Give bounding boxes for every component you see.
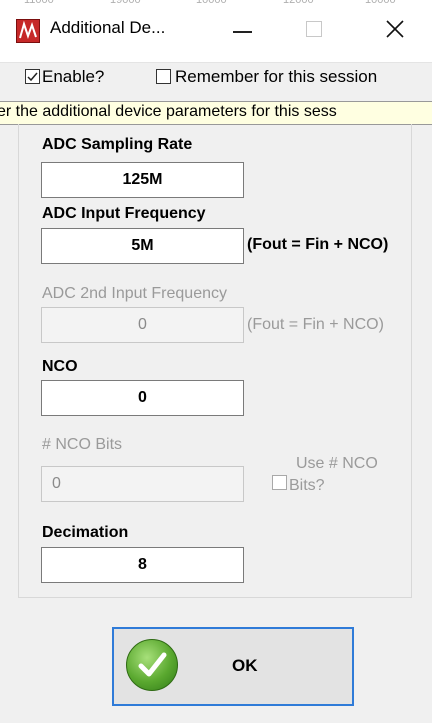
checkmark-icon: [126, 639, 178, 691]
banner-text: er the additional device parameters for …: [0, 103, 337, 120]
checkmark-glyph: [138, 652, 167, 677]
nco-field[interactable]: 0: [41, 380, 244, 416]
nco-bits-label: # NCO Bits: [42, 436, 123, 453]
remember-checkbox[interactable]: [156, 69, 171, 84]
ok-button-label: OK: [232, 656, 258, 675]
close-icon: [386, 20, 404, 38]
maximize-button: [306, 21, 322, 37]
adc-2nd-input-frequency-hint: (Fout = Fin + NCO): [247, 316, 384, 333]
adc-input-frequency-hint: (Fout = Fin + NCO): [247, 236, 389, 253]
decimation-label: Decimation: [42, 524, 129, 541]
strip-value: 11000: [24, 0, 54, 6]
adc-2nd-input-frequency-label: ADC 2nd Input Frequency: [42, 285, 227, 302]
use-nco-bits-label-line1: Use # NCO: [296, 455, 378, 472]
adc-input-frequency-label: ADC Input Frequency: [42, 205, 206, 222]
strip-value: 12000: [283, 0, 314, 6]
minimize-icon: [233, 31, 252, 33]
check-icon: [27, 72, 38, 82]
enable-checkbox[interactable]: [25, 69, 40, 84]
remember-label: Remember for this session: [175, 67, 378, 86]
strip-value: 10000: [196, 0, 227, 6]
strip-value: 10000: [365, 0, 396, 6]
use-nco-bits-checkbox: [272, 475, 287, 490]
adc-sampling-rate-field[interactable]: 125M: [41, 162, 244, 198]
enable-label: Enable?: [42, 67, 105, 86]
background-window-strip: 11000 19000 10000 12000 10000: [0, 0, 432, 8]
nco-bits-field: 0: [41, 466, 244, 502]
ok-button[interactable]: OK: [112, 627, 354, 706]
adc-input-frequency-field[interactable]: 5M: [41, 228, 244, 264]
waveform-icon: [19, 20, 37, 40]
app-icon: [16, 19, 40, 43]
strip-value: 19000: [110, 0, 141, 6]
adc-sampling-rate-label: ADC Sampling Rate: [42, 136, 193, 153]
nco-label: NCO: [42, 358, 78, 375]
decimation-field[interactable]: 8: [41, 547, 244, 583]
window-title: Additional De...: [50, 18, 166, 37]
use-nco-bits-label-line2: Bits?: [289, 477, 325, 494]
minimize-button[interactable]: [228, 14, 258, 44]
close-button[interactable]: [380, 14, 410, 44]
adc-2nd-input-frequency-field: 0: [41, 307, 244, 343]
instruction-banner: er the additional device parameters for …: [0, 101, 432, 125]
